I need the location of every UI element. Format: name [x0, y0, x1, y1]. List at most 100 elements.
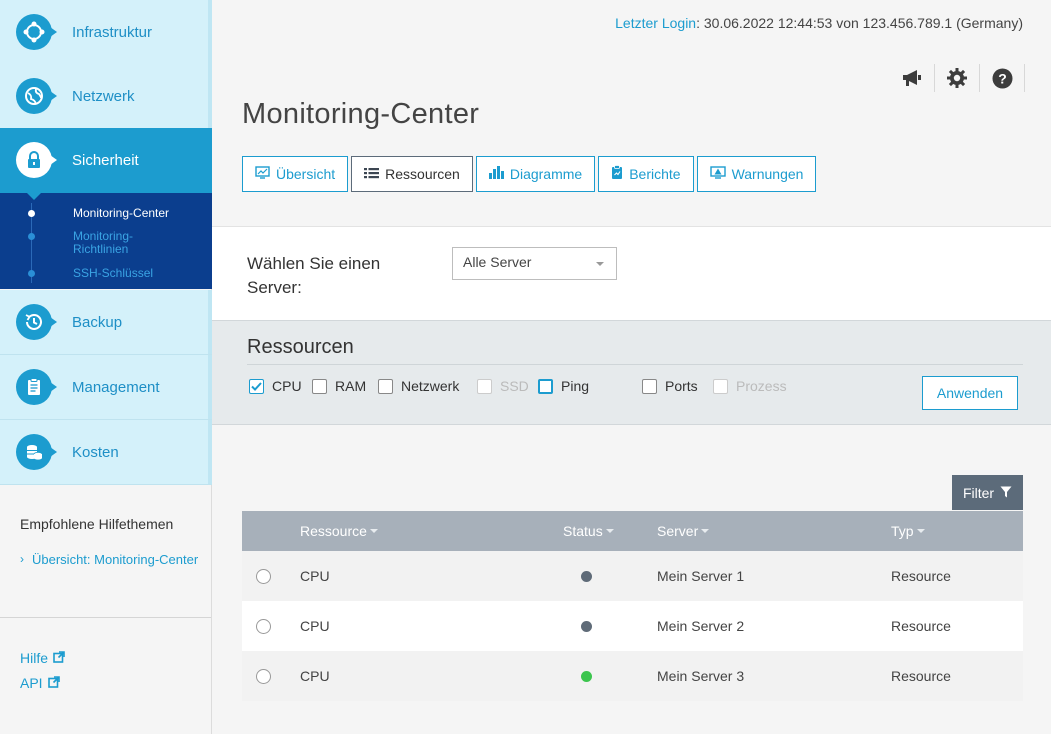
checkbox-netzwerk[interactable]: Netzwerk: [378, 378, 459, 394]
row-radio[interactable]: [256, 569, 271, 584]
checkbox-label: Ports: [665, 378, 698, 394]
nav-label: Netzwerk: [72, 87, 135, 105]
table-row[interactable]: CPU Mein Server 1 Resource: [242, 551, 1023, 601]
lock-icon: [16, 142, 57, 178]
warning-monitor-icon: [709, 166, 726, 182]
nav-item-management[interactable]: Management: [0, 355, 212, 420]
external-link-icon: [53, 650, 65, 666]
page-title: Monitoring-Center: [242, 98, 480, 130]
nav-item-kosten[interactable]: Kosten: [0, 420, 212, 485]
header-icons: ?: [890, 64, 1025, 92]
cell-type: Resource: [891, 668, 951, 684]
sort-caret-icon: [605, 529, 614, 533]
bullet-dot: [28, 233, 35, 240]
globe-icon: [16, 78, 57, 114]
check-icon: [251, 381, 262, 391]
sort-caret-icon: [369, 529, 378, 533]
tab-berichte[interactable]: Berichte: [598, 156, 694, 192]
bullet-dot: [28, 210, 35, 217]
sub-item-monitoring-richtlinien[interactable]: Monitoring-Richtlinien: [0, 229, 212, 257]
bullet-dot: [28, 270, 35, 277]
status-dot: [581, 621, 592, 632]
status-dot: [581, 671, 592, 682]
sub-item-ssh-schluessel[interactable]: SSH-Schlüssel: [0, 266, 212, 282]
tab-label: Berichte: [629, 166, 681, 182]
checkbox-ping[interactable]: Ping: [538, 378, 589, 394]
checkbox-ssd[interactable]: SSD: [477, 378, 529, 394]
tab-uebersicht[interactable]: Übersicht: [242, 156, 349, 192]
api-link-label: API: [20, 675, 43, 691]
nav-label: Management: [72, 378, 160, 396]
help-topics-title: Empfohlene Hilfethemen: [20, 516, 174, 532]
clipboard-icon: [16, 369, 57, 405]
checkbox-box[interactable]: [713, 378, 728, 394]
help-topic-label: Übersicht: Monitoring-Center: [32, 552, 199, 567]
active-pointer: [26, 192, 42, 200]
tab-label: Ressourcen: [385, 166, 460, 182]
checkbox-box[interactable]: [312, 378, 327, 394]
server-dropdown[interactable]: Alle Server: [452, 247, 617, 280]
checkbox-box[interactable]: [477, 378, 492, 394]
tab-warnungen[interactable]: Warnungen: [696, 156, 817, 192]
sub-item-monitoring-center[interactable]: Monitoring-Center: [0, 206, 212, 222]
checkbox-label: SSD: [500, 378, 529, 394]
checkbox-label: Netzwerk: [401, 378, 460, 394]
api-link[interactable]: API: [20, 675, 60, 691]
checkbox-box[interactable]: [249, 378, 264, 394]
resources-filter-section: Ressourcen CPU RAM Netzwerk SSD Ping Por…: [212, 320, 1051, 425]
external-link-icon: [47, 675, 60, 691]
sort-caret-icon: [916, 529, 925, 533]
row-radio[interactable]: [256, 669, 271, 684]
sub-navigation: Monitoring-Center Monitoring-Richtlinien…: [0, 193, 212, 289]
column-header-ressource[interactable]: Ressource: [300, 523, 378, 539]
nav-item-backup[interactable]: Backup: [0, 290, 212, 355]
tab-bar: Übersicht Ressourcen Diagramme Berichte …: [242, 156, 817, 192]
checkbox-cpu[interactable]: CPU: [249, 378, 302, 394]
checkbox-label: Ping: [561, 378, 590, 394]
last-login-info: Letzter Login: 30.06.2022 12:44:53 von 1…: [615, 15, 1023, 31]
checkbox-ram[interactable]: RAM: [312, 378, 366, 394]
server-dropdown-value: Alle Server: [463, 254, 532, 270]
checkbox-prozess[interactable]: Prozess: [713, 378, 787, 394]
column-header-typ[interactable]: Typ: [891, 523, 925, 539]
column-label: Status: [563, 523, 603, 539]
nav-label: Infrastruktur: [72, 23, 153, 41]
table-row[interactable]: CPU Mein Server 3 Resource: [242, 651, 1023, 701]
cell-resource: CPU: [300, 618, 330, 634]
last-login-label[interactable]: Letzter Login: [615, 15, 696, 31]
column-header-server[interactable]: Server: [657, 523, 710, 539]
filter-label: Filter: [962, 484, 995, 501]
column-label: Typ: [891, 523, 914, 539]
tab-ressourcen[interactable]: Ressourcen: [351, 156, 473, 192]
gear-icon[interactable]: [935, 64, 980, 92]
checkbox-box[interactable]: [538, 378, 553, 394]
nav-label: Kosten: [72, 443, 119, 461]
apply-button[interactable]: Anwenden: [922, 376, 1018, 410]
cell-type: Resource: [891, 568, 951, 584]
cell-server: Mein Server 2: [657, 618, 745, 634]
nav-item-sicherheit[interactable]: Sicherheit: [0, 128, 212, 200]
tab-diagramme[interactable]: Diagramme: [475, 156, 596, 192]
status-dot: [581, 571, 592, 582]
row-radio[interactable]: [256, 619, 271, 634]
infrastructure-icon: [16, 14, 57, 50]
help-topic-link[interactable]: › Übersicht: Monitoring-Center: [20, 550, 200, 569]
nav-item-netzwerk[interactable]: Netzwerk: [0, 64, 212, 129]
table-row[interactable]: CPU Mein Server 2 Resource: [242, 601, 1023, 651]
help-icon[interactable]: ?: [980, 64, 1025, 92]
caret-down-icon: [596, 262, 604, 266]
checkbox-ports[interactable]: Ports: [642, 378, 698, 394]
checkbox-box[interactable]: [642, 378, 657, 394]
checkbox-box[interactable]: [378, 378, 393, 394]
cell-resource: CPU: [300, 568, 330, 584]
sidebar: Infrastruktur Netzwerk Sicherheit Monito…: [0, 0, 212, 734]
svg-text:?: ?: [998, 70, 1007, 86]
megaphone-icon[interactable]: [890, 64, 935, 92]
chevron-right-icon: ›: [20, 552, 24, 566]
column-header-status[interactable]: Status: [563, 523, 614, 539]
bar-chart-icon: [488, 166, 504, 182]
help-link[interactable]: Hilfe: [20, 650, 65, 666]
nav-label: Sicherheit: [72, 151, 139, 169]
nav-item-infrastruktur[interactable]: Infrastruktur: [0, 0, 212, 65]
filter-button[interactable]: Filter: [952, 475, 1023, 510]
